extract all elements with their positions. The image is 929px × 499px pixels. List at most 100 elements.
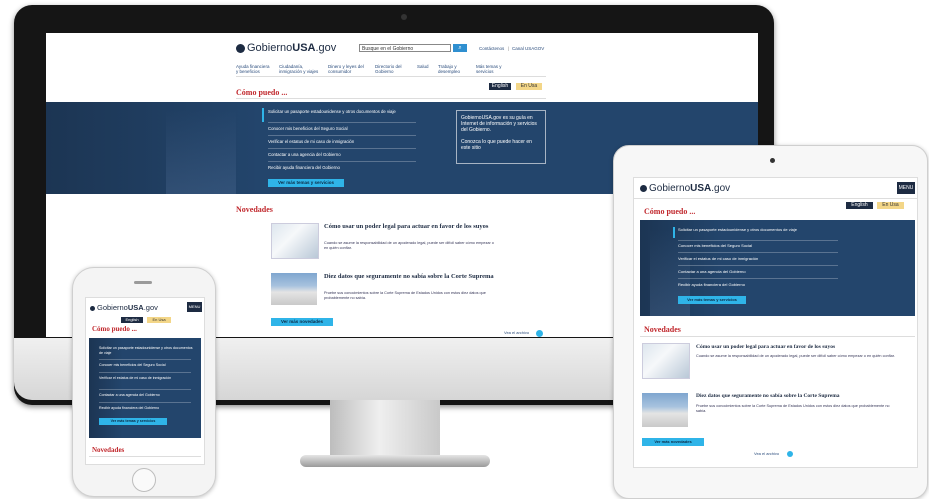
article-image-poder-legal[interactable] (642, 343, 690, 379)
como-puedo-title: Cómo puedo ... (92, 325, 137, 333)
tablet-camera (770, 158, 775, 163)
hero-link-pasaporte[interactable]: Solicitar un pasaporte estadounidense y … (99, 346, 194, 356)
main-nav: Ayuda financiera y beneficios Ciudadanía… (236, 64, 546, 77)
article-image-corte-suprema[interactable] (271, 273, 317, 305)
hero-link-inmigracion[interactable]: Verificar el estatus de mi caso de inmig… (268, 139, 416, 144)
nav-item-ayuda[interactable]: Ayuda financiera y beneficios (236, 64, 272, 74)
hero-link-inmigracion[interactable]: Verificar el estatus de mi caso de inmig… (99, 376, 194, 381)
divider (268, 148, 416, 149)
hero-link-seguro-social[interactable]: Conocer mis beneficios del Seguro Social (268, 126, 416, 131)
phone-speaker (134, 281, 152, 284)
search-icon: ⌕ (458, 45, 462, 51)
hero-link-ayuda-financiera[interactable]: Recibir ayuda financiera del Gobierno (99, 406, 194, 411)
hero-link-pasaporte[interactable]: Solicitar un pasaporte estadounidense y … (678, 227, 828, 232)
seal-icon (90, 305, 95, 311)
article-title-poder-legal[interactable]: Cómo usar un poder legal para actuar en … (696, 344, 906, 351)
arrow-icon (536, 330, 543, 337)
hero-link-seguro-social[interactable]: Conocer mis beneficios del Seguro Social (678, 243, 838, 248)
monitor-camera (401, 14, 407, 20)
hero-link-seguro-social[interactable]: Conocer mis beneficios del Seguro Social (99, 363, 194, 368)
monitor-stand-neck (330, 400, 440, 460)
hero-link-agencia[interactable]: Contactar a una agencia del Gobierno (99, 393, 194, 398)
article-desc-corte-suprema: Pruebe sus conocimientos sobre la Corte … (324, 291, 486, 300)
monitor-stand-base (300, 455, 490, 467)
hero-banner: Solicitar un pasaporte estadounidense y … (89, 338, 201, 438)
callout-text: GobiernoUSA.gov es su guía en Internet d… (461, 115, 537, 133)
divider (634, 198, 917, 199)
nav-item-ciudadania[interactable]: Ciudadanía, inmigración y viajes (279, 64, 321, 74)
divider (678, 265, 838, 266)
search-button[interactable]: ⌕ (453, 44, 467, 52)
active-marker (262, 108, 264, 122)
more-topics-button[interactable]: Ver más temas y servicios (268, 179, 344, 187)
como-puedo-title: Cómo puedo ... (236, 88, 288, 97)
divider (268, 122, 416, 123)
nav-item-mas-temas[interactable]: Más temas y servicios (476, 64, 506, 74)
seal-icon (640, 184, 647, 192)
divider (99, 372, 191, 373)
divider (678, 252, 838, 253)
hero-link-ayuda-financiera[interactable]: Recibir ayuda financiera del Gobierno (678, 282, 838, 287)
divider (678, 240, 838, 241)
phone-home-button (132, 468, 156, 492)
article-title-poder-legal[interactable]: Cómo usar un poder legal para actuar en … (324, 223, 494, 231)
callout-box: GobiernoUSA.gov es su guía en Internet d… (456, 110, 546, 164)
nav-item-salud[interactable]: Salud (417, 64, 432, 69)
hero-banner: Solicitar un pasaporte estadounidense y … (640, 220, 915, 316)
menu-button[interactable]: MENU (897, 182, 915, 194)
article-title-corte-suprema[interactable]: Diez datos que seguramente no sabía sobr… (696, 393, 906, 400)
more-news-button[interactable]: Ver más novedades (642, 438, 704, 446)
novedades-title: Novedades (644, 325, 681, 334)
hero-link-agencia[interactable]: Contactar a una agencia del Gobierno (268, 152, 416, 157)
article-desc-corte-suprema: Pruebe sus conocimientos sobre la Corte … (696, 404, 890, 413)
phone-logo[interactable]: GobiernoUSA.gov (90, 303, 158, 312)
nav-item-trabajo[interactable]: Trabajo y desempleo (438, 64, 468, 74)
more-topics-button[interactable]: Ver más temas y servicios (99, 418, 167, 425)
hero-link-pasaporte[interactable]: Solicitar un pasaporte estadounidense y … (268, 109, 416, 114)
divider (678, 278, 838, 279)
statue-image (166, 110, 236, 194)
lang-spanish-button[interactable]: En Usa (147, 317, 171, 323)
phone-screen: GobiernoUSA.gov MENU English En Usa Cómo… (85, 297, 205, 465)
lang-english-button[interactable]: English (489, 83, 511, 90)
seal-icon (236, 43, 245, 53)
callout-link[interactable]: Conozca lo que puede hacer en este sitio (461, 139, 541, 151)
nav-item-dinero[interactable]: Dinero y leyes del consumidor (328, 64, 368, 74)
archive-link[interactable]: Vea el archivo (504, 330, 529, 335)
article-desc-poder-legal: Cuando se asume la responsabilidad de un… (696, 354, 895, 358)
hero-link-agencia[interactable]: Contactar a una agencia del Gobierno (678, 269, 838, 274)
article-image-corte-suprema[interactable] (642, 393, 688, 427)
novedades-title: Novedades (92, 446, 125, 454)
more-news-button[interactable]: Ver más novedades (271, 318, 333, 326)
top-link-canal[interactable]: Canal USAGOV (512, 46, 544, 51)
divider (99, 359, 191, 360)
nav-item-directorio[interactable]: Directorio del Gobierno (375, 64, 410, 74)
divider (268, 135, 416, 136)
top-link-contact[interactable]: Contáctenos (479, 46, 504, 51)
article-title-corte-suprema[interactable]: Diez datos que seguramente no sabía sobr… (324, 273, 494, 281)
divider (268, 161, 416, 162)
novedades-title: Novedades (236, 205, 273, 214)
lang-spanish-button[interactable]: En Usa (877, 202, 904, 209)
article-desc-poder-legal: Cuando se asume la responsabilidad de un… (324, 241, 494, 250)
search-input[interactable]: Busque en el Gobierno (359, 44, 451, 52)
lang-english-button[interactable]: English (846, 202, 873, 209)
site-logo[interactable]: GobiernoUSA.gov (236, 42, 336, 54)
active-marker (673, 227, 675, 238)
hero-link-ayuda-financiera[interactable]: Recibir ayuda financiera del Gobierno (268, 165, 416, 170)
lang-spanish-button[interactable]: En Usa (516, 83, 542, 90)
divider (89, 456, 201, 457)
more-topics-button[interactable]: Ver más temas y servicios (678, 296, 746, 304)
arrow-icon (787, 451, 793, 457)
hero-link-inmigracion[interactable]: Verificar el estatus de mi caso de inmig… (678, 256, 838, 261)
divider (236, 98, 546, 99)
divider (640, 336, 915, 337)
tablet-logo[interactable]: GobiernoUSA.gov (640, 183, 730, 194)
menu-button[interactable]: MENU (187, 302, 202, 312)
divider (99, 389, 191, 390)
article-image-poder-legal[interactable] (271, 223, 319, 259)
top-link-separator: | (508, 46, 510, 51)
tablet-screen: GobiernoUSA.gov MENU English En Usa Cómo… (633, 177, 918, 468)
lang-english-button[interactable]: English (121, 317, 143, 323)
archive-link[interactable]: Vea el archivo (754, 451, 779, 456)
